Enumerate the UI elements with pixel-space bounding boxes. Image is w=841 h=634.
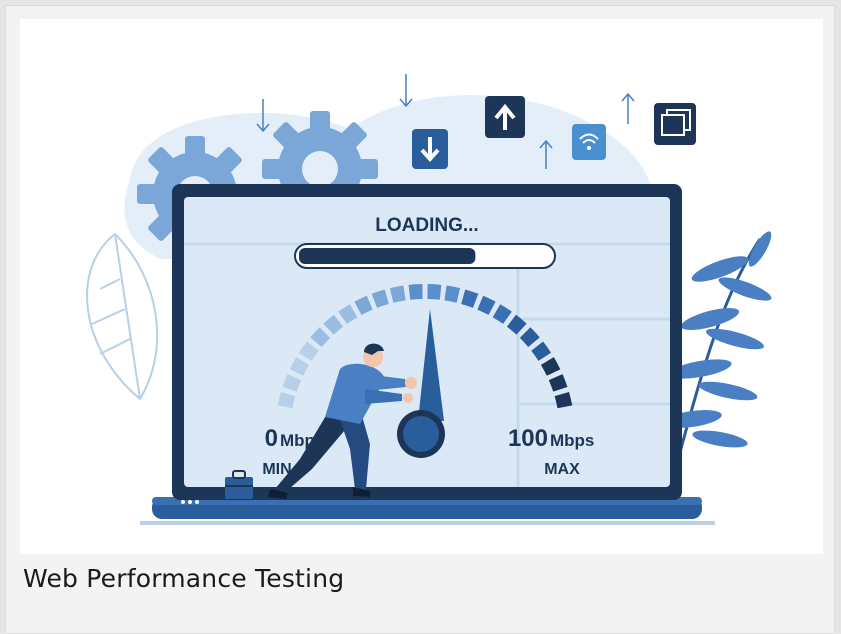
progress-bar-fill: [299, 248, 476, 264]
content-card[interactable]: LOADING... 0 Mbps MIN 100 Mbps MAX Web P…: [5, 5, 835, 634]
card-caption[interactable]: Web Performance Testing: [23, 564, 344, 593]
illustration-image: LOADING... 0 Mbps MIN 100 Mbps MAX: [20, 19, 823, 554]
gauge-segment: [408, 284, 423, 300]
laptop-base: [140, 497, 715, 525]
gauge-max-unit: Mbps: [550, 431, 594, 450]
download-icon: [412, 129, 448, 169]
gauge-max-label: MAX: [544, 461, 580, 478]
gauge-min-value: 0: [265, 425, 278, 452]
window-icon: [654, 103, 696, 145]
left-leaf-decoration: [86, 232, 159, 401]
gauge-max-value: 100: [508, 425, 548, 452]
progress-bar: [294, 243, 556, 269]
upload-icon: [485, 96, 525, 138]
gauge-segment: [427, 284, 442, 300]
loading-label: LOADING...: [375, 215, 478, 236]
wifi-icon: [572, 124, 606, 160]
